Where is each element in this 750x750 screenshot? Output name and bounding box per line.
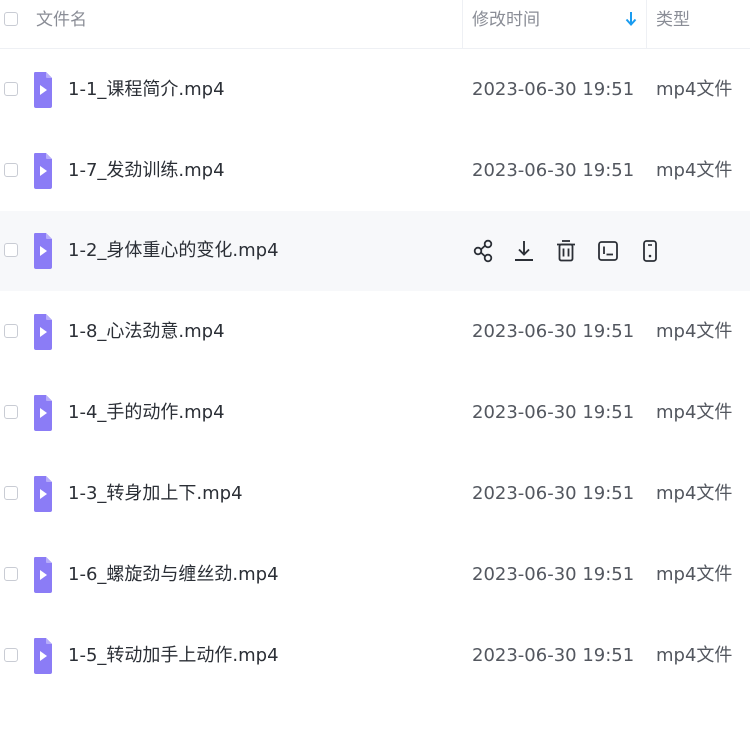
more-icon[interactable] xyxy=(636,237,664,265)
file-type: mp4文件 xyxy=(656,160,733,181)
column-divider[interactable] xyxy=(646,0,647,48)
modified-time: 2023-06-30 19:51 xyxy=(472,160,635,181)
file-type: mp4文件 xyxy=(656,402,733,423)
modified-time: 2023-06-30 19:51 xyxy=(472,645,635,666)
modified-time: 2023-06-30 19:51 xyxy=(472,483,635,504)
table-row[interactable]: 1-6_螺旋劲与缠丝劲.mp4 2023-06-30 19:51 mp4文件 xyxy=(0,535,750,615)
video-file-icon xyxy=(34,233,52,269)
column-divider[interactable] xyxy=(462,0,463,48)
file-name[interactable]: 1-6_螺旋劲与缠丝劲.mp4 xyxy=(68,535,279,615)
modified-time: 2023-06-30 19:51 xyxy=(472,321,635,342)
rename-icon[interactable] xyxy=(594,237,622,265)
file-type: mp4文件 xyxy=(656,321,733,342)
row-checkbox[interactable] xyxy=(4,405,18,419)
table-row[interactable]: 1-3_转身加上下.mp4 2023-06-30 19:51 mp4文件 xyxy=(0,454,750,534)
video-file-icon xyxy=(34,72,52,108)
video-file-icon xyxy=(34,476,52,512)
modified-time: 2023-06-30 19:51 xyxy=(472,564,635,585)
table-row[interactable]: 1-1_课程简介.mp4 2023-06-30 19:51 mp4文件 xyxy=(0,50,750,130)
file-name[interactable]: 1-1_课程简介.mp4 xyxy=(68,50,225,130)
file-name[interactable]: 1-2_身体重心的变化.mp4 xyxy=(68,211,279,291)
video-file-icon xyxy=(34,314,52,350)
video-file-icon xyxy=(34,638,52,674)
table-row[interactable]: 1-4_手的动作.mp4 2023-06-30 19:51 mp4文件 xyxy=(0,373,750,453)
row-checkbox[interactable] xyxy=(4,567,18,581)
file-name[interactable]: 1-4_手的动作.mp4 xyxy=(68,373,225,453)
video-file-icon xyxy=(34,557,52,593)
column-header-name[interactable]: 文件名 xyxy=(36,0,87,48)
file-type: mp4文件 xyxy=(656,564,733,585)
row-checkbox[interactable] xyxy=(4,324,18,338)
table-row[interactable]: 1-8_心法劲意.mp4 2023-06-30 19:51 mp4文件 xyxy=(0,292,750,372)
file-name[interactable]: 1-7_发劲训练.mp4 xyxy=(68,131,225,211)
download-icon[interactable] xyxy=(510,237,538,265)
modified-time: 2023-06-30 19:51 xyxy=(472,79,635,100)
table-row[interactable]: 1-7_发劲训练.mp4 2023-06-30 19:51 mp4文件 xyxy=(0,131,750,211)
file-type: mp4文件 xyxy=(656,79,733,100)
row-checkbox[interactable] xyxy=(4,648,18,662)
video-file-icon xyxy=(34,153,52,189)
arrow-down-icon[interactable] xyxy=(624,10,638,28)
file-name[interactable]: 1-5_转动加手上动作.mp4 xyxy=(68,616,279,696)
file-type: mp4文件 xyxy=(656,645,733,666)
row-checkbox[interactable] xyxy=(4,163,18,177)
delete-icon[interactable] xyxy=(552,237,580,265)
column-header-type[interactable]: 类型 xyxy=(656,0,690,48)
row-checkbox[interactable] xyxy=(4,243,18,257)
row-checkbox[interactable] xyxy=(4,486,18,500)
row-checkbox[interactable] xyxy=(4,82,18,96)
file-name[interactable]: 1-3_转身加上下.mp4 xyxy=(68,454,243,534)
file-type: mp4文件 xyxy=(656,483,733,504)
column-header-modified-time[interactable]: 修改时间 xyxy=(472,0,540,48)
video-file-icon xyxy=(34,395,52,431)
table-row[interactable]: 1-5_转动加手上动作.mp4 2023-06-30 19:51 mp4文件 xyxy=(0,616,750,696)
modified-time: 2023-06-30 19:51 xyxy=(472,402,635,423)
select-all-checkbox[interactable] xyxy=(4,12,18,26)
share-icon[interactable] xyxy=(470,237,498,265)
file-list: 文件名 修改时间 类型 1-1_课程简介.mp4 2023-06-30 19:5… xyxy=(0,0,750,750)
table-header: 文件名 修改时间 类型 xyxy=(0,0,750,49)
table-row[interactable]: 1-2_身体重心的变化.mp4 xyxy=(0,211,750,291)
file-name[interactable]: 1-8_心法劲意.mp4 xyxy=(68,292,225,372)
